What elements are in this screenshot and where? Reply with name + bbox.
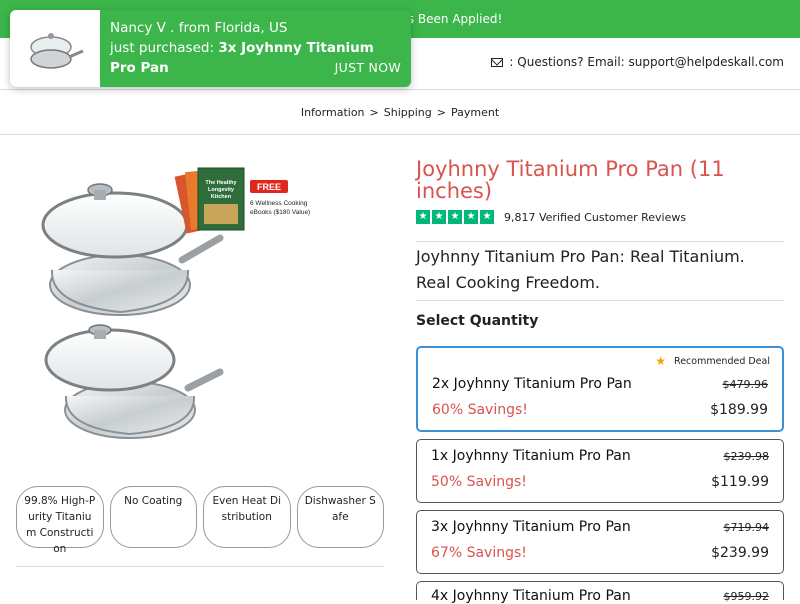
breadcrumb-payment[interactable]: Payment <box>451 106 499 119</box>
deal-option-2x[interactable]: ★ Recommended Deal 2x Joyhnny Titanium P… <box>416 346 784 432</box>
deal-price: $189.99 <box>710 402 768 418</box>
notification-time: JUST NOW <box>334 60 401 75</box>
svg-text:Longevity: Longevity <box>208 187 235 193</box>
deal-old-price: $959.92 <box>723 590 770 603</box>
deal-old-price: $479.96 <box>722 378 769 391</box>
svg-text:6 Wellness Cooking: 6 Wellness Cooking <box>250 200 308 207</box>
star-icon: ★ <box>432 210 446 224</box>
deal-price: $239.99 <box>711 545 769 561</box>
breadcrumb: Information > Shipping > Payment <box>0 90 800 135</box>
purchase-notification[interactable]: Nancy V . from Florida, US just purchase… <box>10 10 411 87</box>
breadcrumb-shipping[interactable]: Shipping <box>384 106 432 119</box>
deal-savings: 60% Savings! <box>432 402 528 418</box>
product-title: Joyhnny Titanium Pro Pan (11 inches) <box>416 157 725 203</box>
reviews-count: 9,817 Verified Customer Reviews <box>504 210 687 224</box>
deal-name: 2x Joyhnny Titanium Pro Pan <box>432 376 632 392</box>
deal-price: $119.99 <box>711 474 769 490</box>
svg-text:eBooks ($180 Value): eBooks ($180 Value) <box>250 209 310 216</box>
recommended-badge: ★ Recommended Deal <box>655 354 770 368</box>
star-icon: ★ <box>655 354 667 368</box>
product-image[interactable]: The Healthy Longevity Kitchen FREE 6 Wel… <box>30 160 370 460</box>
breadcrumb-separator: > <box>369 105 379 119</box>
svg-text:The Healthy: The Healthy <box>205 180 237 186</box>
feature-no-coating: No Coating <box>109 486 197 548</box>
star-icon: ★ <box>464 210 478 224</box>
star-icon: ★ <box>448 210 462 224</box>
contact-text: : Questions? Email: support@helpdeskall.… <box>509 55 784 69</box>
deal-old-price: $719.94 <box>723 521 770 534</box>
feature-list: 99.8% High-Purity Titanium Construction … <box>16 486 384 555</box>
deal-option-1x[interactable]: 1x Joyhnny Titanium Pro Pan $239.98 50% … <box>416 439 784 503</box>
deal-option-4x[interactable]: 4x Joyhnny Titanium Pro Pan $959.92 <box>416 581 784 604</box>
notification-purchase-prefix: just purchased: <box>110 40 215 56</box>
contact-info[interactable]: : Questions? Email: support@helpdeskall.… <box>491 55 784 69</box>
deal-savings: 67% Savings! <box>431 545 527 561</box>
product-subtitle: Joyhnny Titanium Pro Pan: Real Titanium.… <box>416 247 745 292</box>
feature-even-heat: Even Heat Distribution <box>203 486 291 548</box>
deal-name: 1x Joyhnny Titanium Pro Pan <box>431 448 631 464</box>
deal-option-3x[interactable]: 3x Joyhnny Titanium Pro Pan $719.94 67% … <box>416 510 784 574</box>
deal-old-price: $239.98 <box>723 450 770 463</box>
feature-dishwasher-safe: Dishwasher Safe <box>296 486 384 548</box>
divider <box>416 300 784 301</box>
notification-buyer: Nancy V . from Florida, US <box>110 20 288 36</box>
notification-product-image <box>10 10 100 87</box>
breadcrumb-information[interactable]: Information <box>301 106 365 119</box>
divider <box>416 241 784 242</box>
recommended-badge-label: Recommended Deal <box>674 355 770 367</box>
feature-titanium: 99.8% High-Purity Titanium Construction <box>16 486 104 555</box>
select-quantity-label: Select Quantity <box>416 313 539 329</box>
star-icon: ★ <box>416 210 430 224</box>
mail-icon <box>491 57 504 67</box>
reviews-summary[interactable]: ★ ★ ★ ★ ★ 9,817 Verified Customer Review… <box>416 210 686 224</box>
rating-stars: ★ ★ ★ ★ ★ <box>416 210 494 224</box>
breadcrumb-separator: > <box>436 105 446 119</box>
deal-name: 3x Joyhnny Titanium Pro Pan <box>431 519 631 535</box>
svg-text:FREE: FREE <box>257 182 281 192</box>
svg-text:Kitchen: Kitchen <box>211 194 232 200</box>
divider <box>16 566 384 567</box>
deal-savings: 50% Savings! <box>431 474 527 490</box>
deal-name: 4x Joyhnny Titanium Pro Pan <box>431 588 631 604</box>
star-icon: ★ <box>480 210 494 224</box>
